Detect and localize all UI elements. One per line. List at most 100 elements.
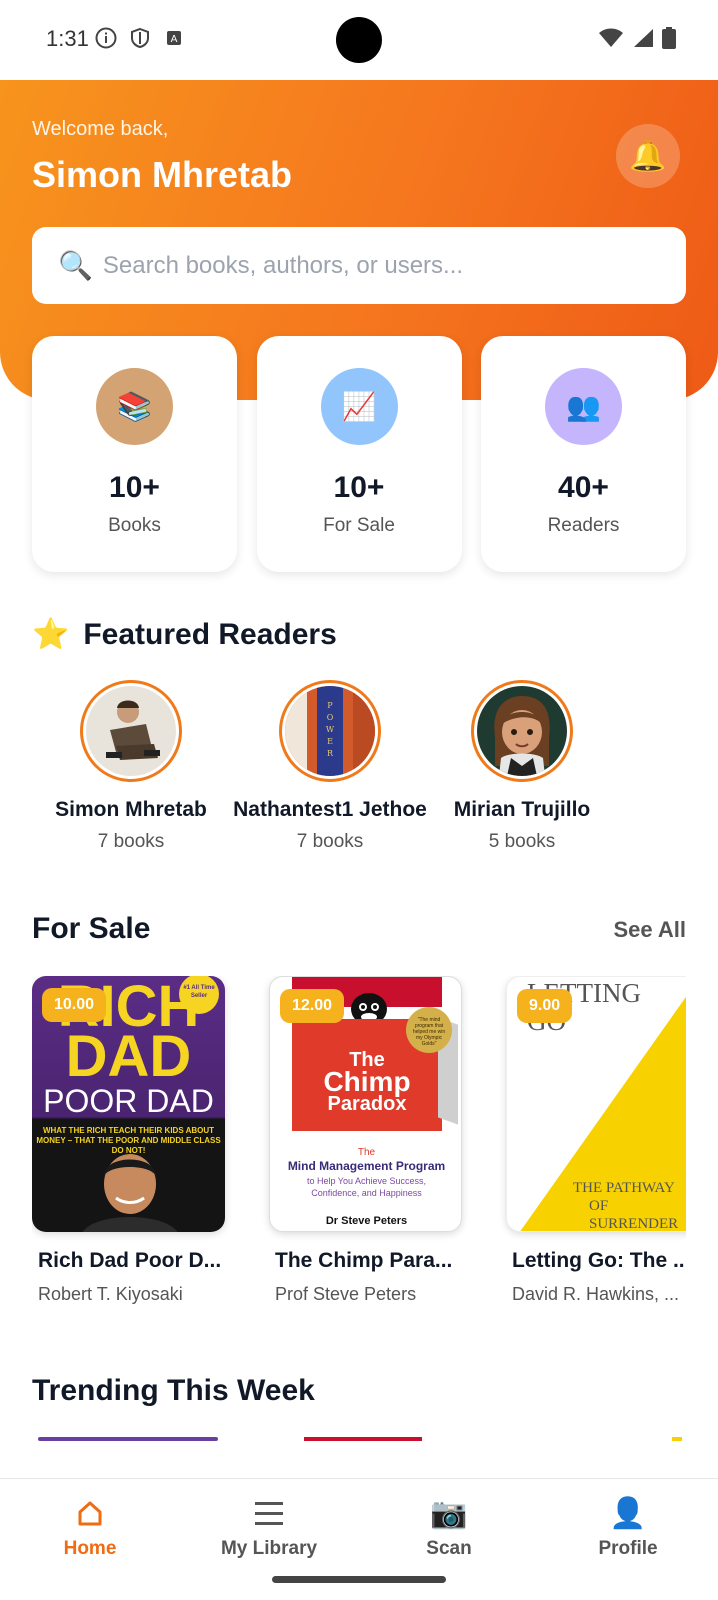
for-sale-heading: For Sale [32,912,151,945]
stat-value: 10+ [333,471,385,504]
stats-row: 📚 10+ Books 📈 10+ For Sale 👥 40+ Readers [32,336,686,572]
avatar-image: P O W E R [285,686,375,776]
stat-label: For Sale [323,515,395,536]
stat-label: Books [108,515,161,536]
cover-badge: "The mind program that helped me win my … [406,1007,452,1053]
welcome-text: Welcome back, [32,118,169,140]
svg-text:E: E [327,737,333,746]
price-badge: 9.00 [517,989,573,1023]
nav-label: My Library [220,1538,318,1559]
svg-text:P: P [327,701,333,710]
home-icon [76,1493,104,1533]
reader-card[interactable]: Simon Mhretab 7 books [26,680,236,853]
book-author: David R. Hawkins, ... [512,1284,680,1304]
book-title: Letting Go: The ... [512,1249,686,1272]
svg-text:O: O [327,713,334,722]
cover-title-line: Chimp [323,1066,411,1097]
stat-card-books[interactable]: 📚 10+ Books [32,336,237,572]
svg-text:A: A [171,34,178,45]
cover-title-line: DAD [65,1024,192,1089]
reader-book-count: 7 books [97,831,165,852]
book-title: Rich Dad Poor D... [38,1249,222,1272]
avatar-image [86,686,176,776]
reader-card[interactable]: Mirian Trujillo 5 books [417,680,627,853]
cover-subtitle: Mind Management Program [287,1159,446,1173]
avatar: P O W E R [279,680,381,782]
price-badge: 10.00 [42,988,107,1022]
book-author: Prof Steve Peters [275,1284,417,1304]
for-sale-list: RICH DAD POOR DAD WHAT THE RICH TEACH TH… [32,976,686,1316]
status-icons-right [598,27,676,54]
nav-profile[interactable]: 👤 Profile [558,1493,698,1560]
avatar [471,680,573,782]
nav-my-library[interactable]: My Library [199,1493,339,1560]
nav-label: Home [63,1538,117,1559]
reader-name: Simon Mhretab [55,798,207,821]
featured-readers-heading: ⭐ Featured Readers [32,617,337,652]
nav-label: Profile [598,1538,658,1559]
cover-title-line: Paradox [327,1093,407,1115]
avatar-image [477,686,567,776]
book-card[interactable]: LETTING GO THE PATHWAY OF SURRENDER 9.00… [506,976,686,1305]
avatar [80,680,182,782]
camera-icon: 📷 [430,1496,468,1530]
book-title: The Chimp Para... [275,1249,453,1272]
section-title: Featured Readers [83,617,337,651]
notifications-button[interactable]: 🔔 [616,124,680,188]
reader-name: Mirian Trujillo [453,798,591,821]
nav-scan[interactable]: 📷 Scan [379,1493,519,1560]
menu-icon [253,1493,285,1533]
keyboard-icon: A [163,27,185,49]
signal-icon [632,28,654,53]
camera-cutout [336,17,382,63]
book-cover: LETTING GO THE PATHWAY OF SURRENDER 9.00 [506,976,686,1232]
battery-icon [662,27,676,54]
search-bar[interactable]: 🔍 [32,227,686,304]
svg-text:W: W [326,725,335,734]
trending-heading: Trending This Week [32,1374,315,1407]
status-time: 1:31 [46,26,89,51]
search-icon: 🔍 [58,250,93,281]
profile-icon: 👤 [609,1496,647,1530]
info-icon [95,27,117,49]
cover-subtitle: The [357,1147,376,1158]
stat-card-readers[interactable]: 👥 40+ Readers [481,336,686,572]
reader-book-count: 7 books [296,831,364,852]
cover-subtitle: to Help You Achieve Success, Confidence,… [306,1176,427,1198]
user-name: Simon Mhretab [32,154,293,195]
cover-title-line: POOR DAD [43,1083,214,1119]
book-author: Robert T. Kiyosaki [38,1284,183,1304]
book-card[interactable]: The Chimp Paradox "The mind program that… [269,976,462,1305]
stat-card-for-sale[interactable]: 📈 10+ For Sale [256,336,462,572]
status-bar: 1:31 A [0,0,718,80]
cover-author: Dr Steve Peters [325,1215,408,1227]
book-card[interactable]: RICH DAD POOR DAD WHAT THE RICH TEACH TH… [32,976,225,1305]
stat-label: Readers [547,515,620,536]
cover-portrait [82,1154,178,1232]
price-badge: 12.00 [280,989,345,1023]
see-all-link[interactable]: See All [613,917,686,943]
reader-book-count: 5 books [488,831,556,852]
bell-icon: 🔔 [629,139,667,173]
wifi-icon [598,28,624,53]
nav-label: Scan [426,1538,472,1559]
svg-text:R: R [327,749,334,758]
status-icons-left: A [95,27,185,49]
cover-subtitle: THE PATHWAY [573,1180,675,1196]
stat-value: 10+ [109,471,160,504]
trending-list-peek [32,1435,686,1441]
search-input[interactable] [102,251,663,280]
book-cover: The Chimp Paradox "The mind program that… [269,976,462,1232]
book-cover: RICH DAD POOR DAD WHAT THE RICH TEACH TH… [32,976,225,1232]
cover-subtitle: OF SURRENDER [589,1198,679,1232]
shield-icon [129,27,151,49]
home-indicator[interactable] [272,1576,446,1583]
stat-value: 40+ [558,471,609,504]
chart-icon: 📈 [320,368,398,445]
books-icon: 📚 [96,368,173,445]
reader-name: Nathantest1 Jethoe [233,798,427,821]
star-icon: ⭐ [32,618,70,651]
reader-card[interactable]: P O W E R Nathantest1 Jethoe 7 books [225,680,435,853]
nav-home[interactable]: Home [20,1493,160,1560]
users-icon: 👥 [545,368,622,445]
